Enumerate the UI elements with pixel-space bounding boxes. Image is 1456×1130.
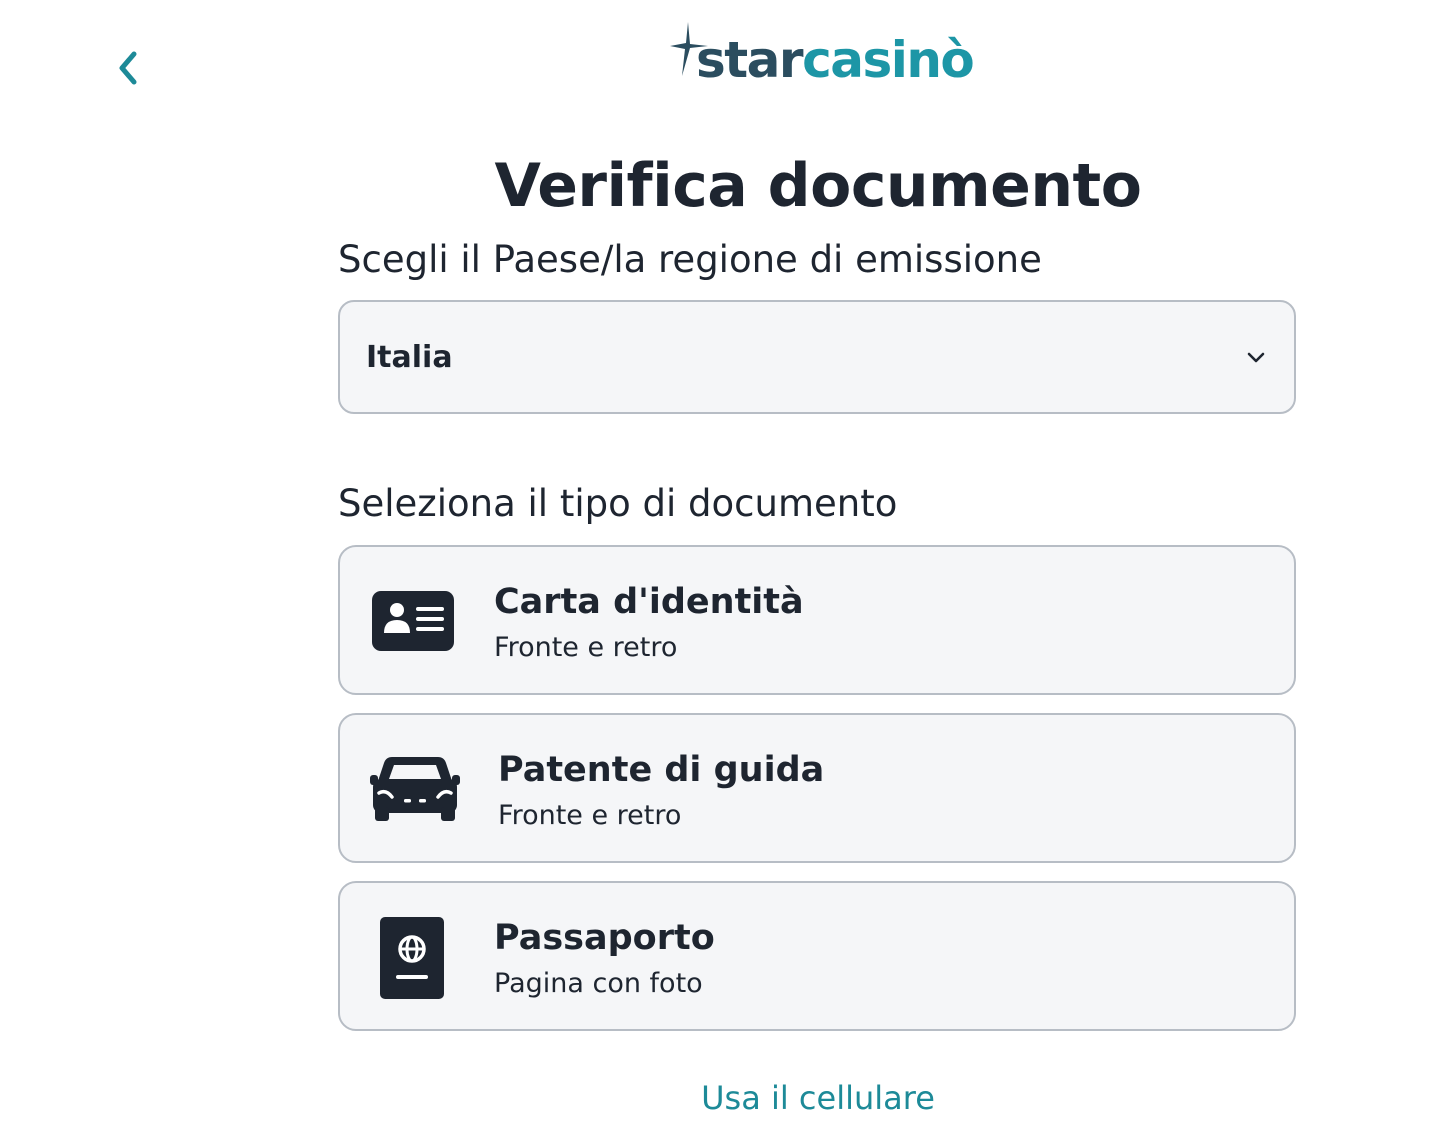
document-option-title: Patente di guida [498, 750, 825, 790]
page-title: Verifica documento [494, 151, 1142, 221]
document-option-subtitle: Pagina con foto [494, 968, 703, 999]
document-option-title: Carta d'identità [494, 582, 804, 622]
document-type-label: Seleziona il tipo di documento [338, 482, 898, 525]
chevron-down-icon [1247, 352, 1265, 363]
document-verification-page: starcasinò Verifica documento Scegli il … [0, 0, 1456, 1130]
document-option-subtitle: Fronte e retro [498, 800, 682, 831]
back-button[interactable] [108, 46, 148, 90]
chevron-left-icon [119, 51, 137, 85]
car-icon [370, 757, 460, 821]
document-option-passport[interactable]: Passaporto Pagina con foto [338, 881, 1296, 1031]
document-option-subtitle: Fronte e retro [494, 632, 678, 663]
country-label: Scegli il Paese/la regione di emissione [338, 238, 1042, 281]
document-option-id-card[interactable]: Carta d'identità Fronte e retro [338, 545, 1296, 695]
passport-icon [380, 917, 444, 999]
country-select-value: Italia [366, 339, 453, 375]
starcasino-logo: starcasinò [668, 20, 975, 92]
country-select[interactable]: Italia [338, 300, 1296, 414]
document-option-driving-license[interactable]: Patente di guida Fronte e retro [338, 713, 1296, 863]
logo-wordmark: starcasinò [696, 31, 975, 89]
use-mobile-link[interactable]: Usa il cellulare [338, 1078, 1298, 1118]
document-option-title: Passaporto [494, 918, 715, 958]
id-card-icon [372, 591, 454, 651]
